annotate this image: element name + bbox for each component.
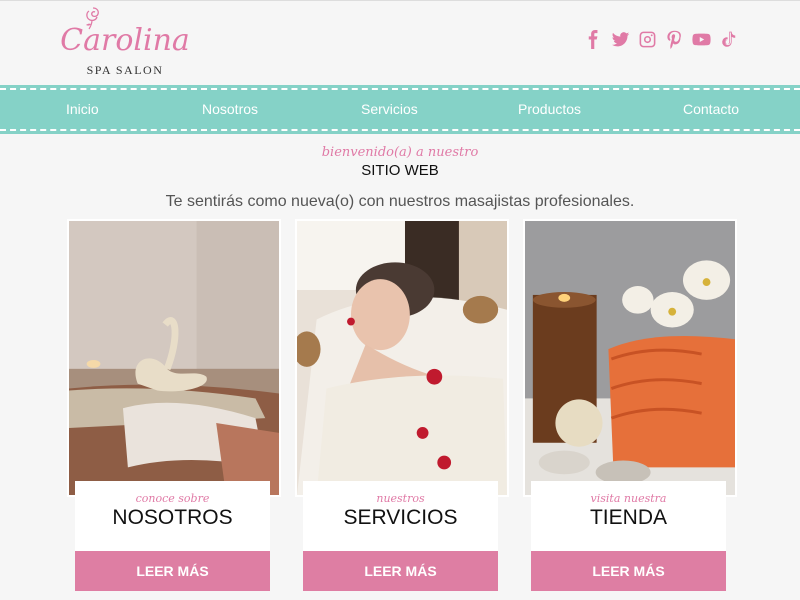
read-more-button[interactable]: LEER MÁS (531, 551, 726, 591)
read-more-button[interactable]: LEER MÁS (75, 551, 270, 591)
logo[interactable]: Carolina SPA SALON (60, 3, 190, 83)
nav-item-contacto[interactable]: Contacto (683, 101, 739, 117)
card-tienda: visita nuestra TIENDA LEER MÁS (523, 219, 737, 599)
pinterest-icon[interactable] (664, 29, 684, 49)
card-image-massage-room (67, 219, 281, 497)
card-servicios: nuestros SERVICIOS LEER MÁS (295, 219, 509, 599)
youtube-icon[interactable] (691, 29, 711, 49)
card-title: SERVICIOS (343, 506, 458, 529)
intro-title: SITIO WEB (361, 162, 439, 179)
social-links (583, 28, 738, 50)
card-caption: conoce sobre NOSOTROS (75, 481, 270, 551)
main-nav: Inicio Nosotros Servicios Productos Cont… (0, 85, 800, 134)
intro: bienvenido(a) a nuestro SITIO WEB (0, 145, 800, 179)
tiktok-icon[interactable] (718, 29, 738, 49)
card-nosotros: conoce sobre NOSOTROS LEER MÁS (67, 219, 281, 599)
card-title: NOSOTROS (112, 506, 233, 529)
logo-name: Carolina (60, 23, 190, 58)
card-image-spa-client (295, 219, 509, 497)
card-kicker: visita nuestra (590, 492, 667, 505)
nav-item-nosotros[interactable]: Nosotros (202, 101, 258, 117)
card-image-spa-products (523, 219, 737, 497)
instagram-icon[interactable] (637, 29, 657, 49)
twitter-icon[interactable] (610, 29, 630, 49)
intro-script: bienvenido(a) a nuestro (321, 145, 479, 160)
card-kicker: nuestros (376, 492, 425, 505)
nav-item-inicio[interactable]: Inicio (66, 101, 99, 117)
tagline: Te sentirás como nueva(o) con nuestros m… (165, 193, 635, 210)
card-title: TIENDA (589, 506, 667, 529)
nav-item-servicios[interactable]: Servicios (361, 101, 418, 117)
nav-item-productos[interactable]: Productos (518, 101, 581, 117)
logo-subtitle: SPA SALON (86, 63, 164, 77)
header: Carolina SPA SALON (0, 0, 800, 88)
card-caption: visita nuestra TIENDA (531, 481, 726, 551)
card-caption: nuestros SERVICIOS (303, 481, 498, 551)
facebook-icon[interactable] (583, 29, 603, 49)
card-kicker: conoce sobre (135, 492, 210, 505)
read-more-button[interactable]: LEER MÁS (303, 551, 498, 591)
